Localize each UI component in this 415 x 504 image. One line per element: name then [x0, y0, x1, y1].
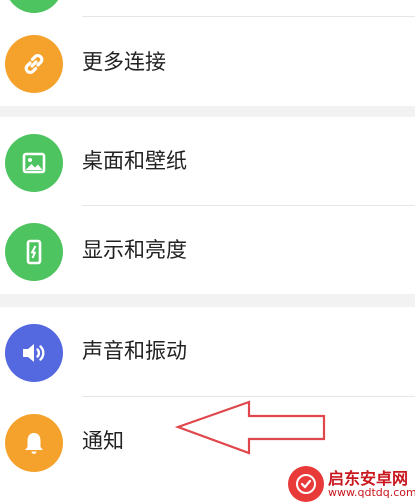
watermark-url: www.qdtdq.com [328, 486, 415, 499]
watermark: 启东安卓网 www.qdtdq.com [278, 461, 415, 504]
annotation-arrow [174, 400, 326, 455]
watermark-logo-icon [288, 466, 324, 502]
